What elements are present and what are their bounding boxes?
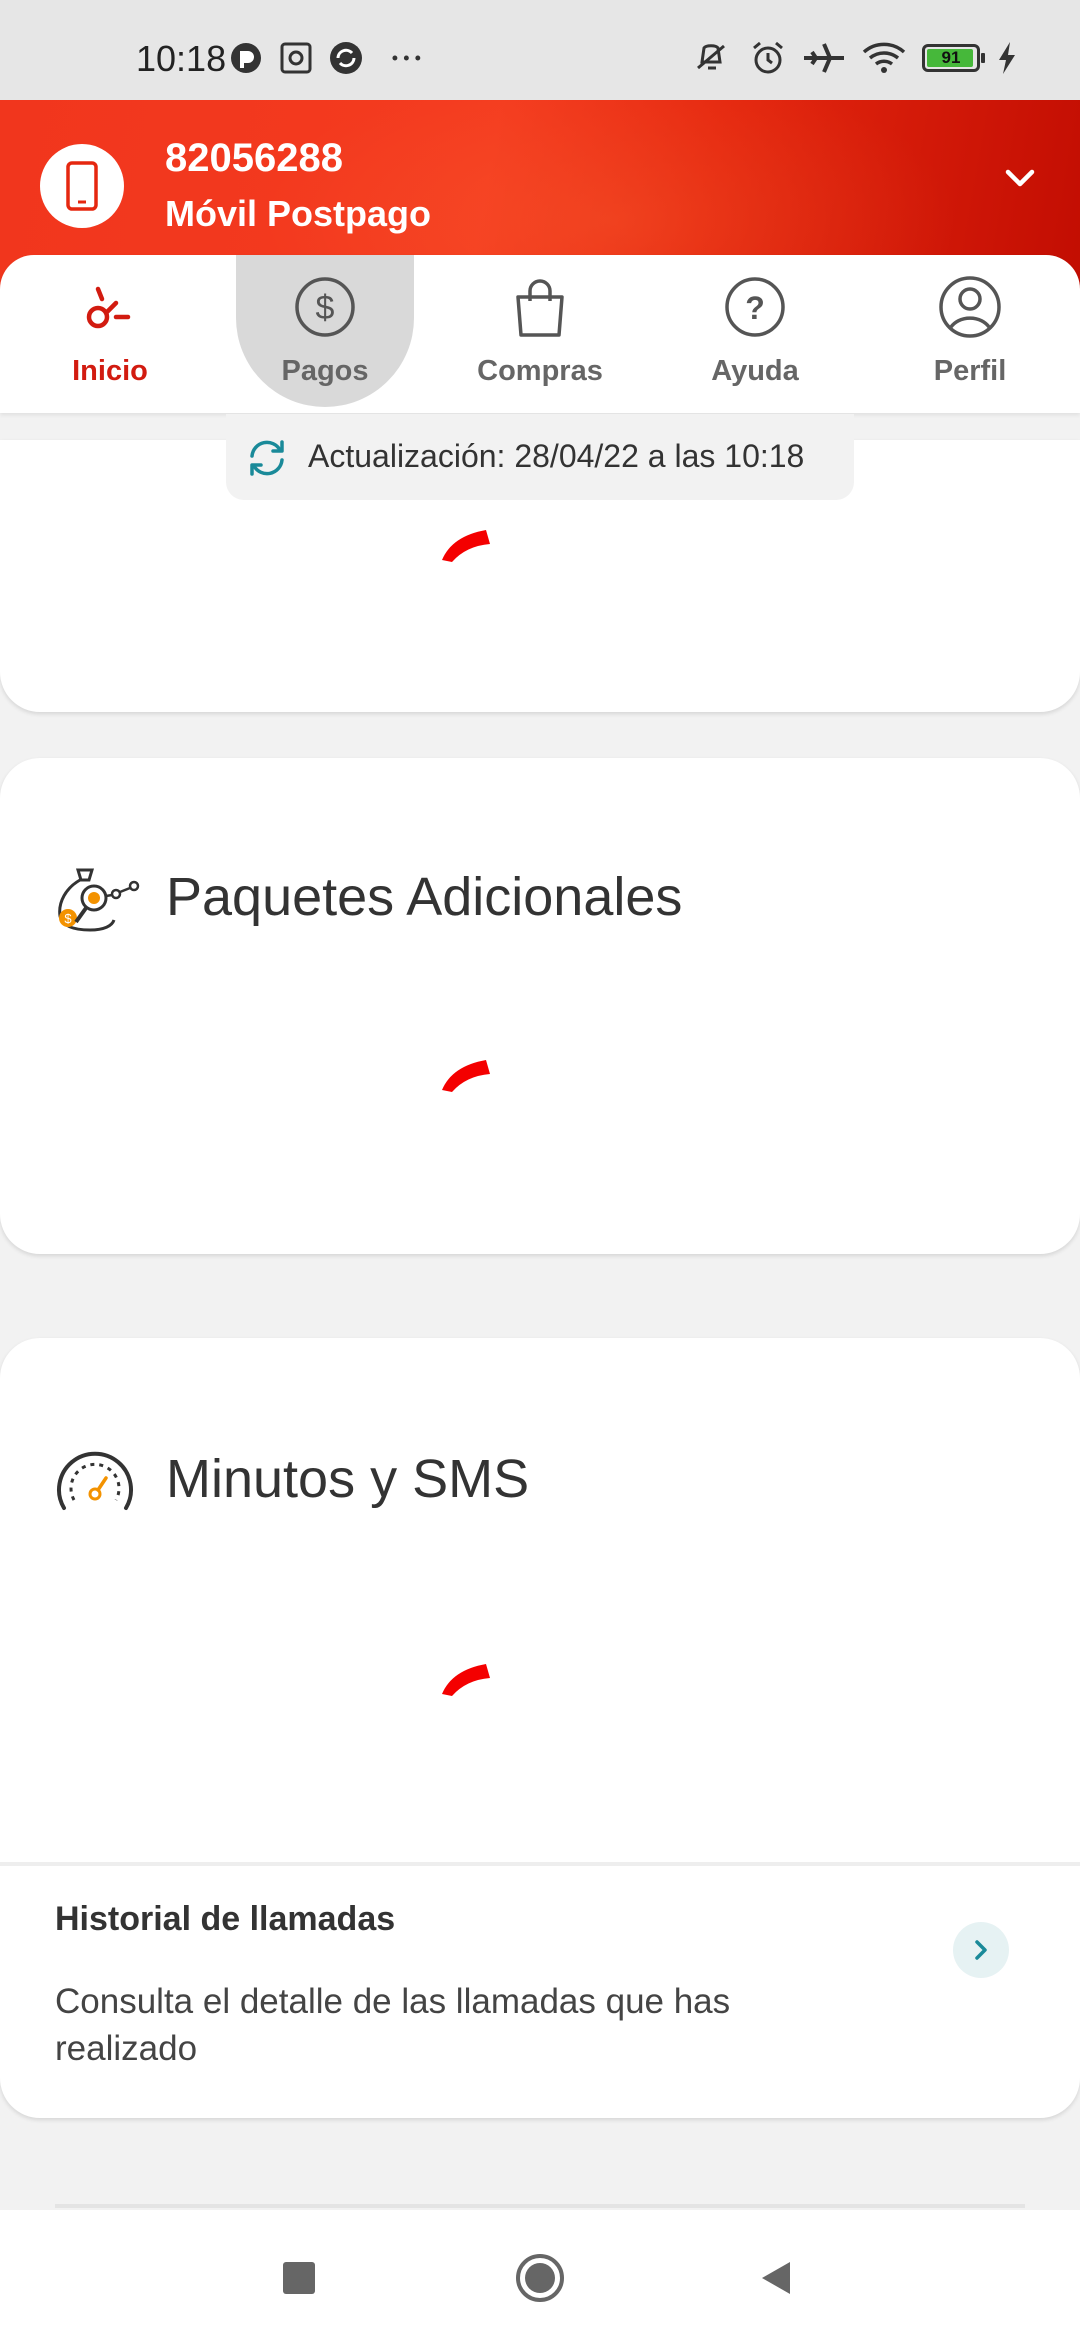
sync-app-icon (330, 42, 362, 74)
tab-label: Compras (477, 355, 603, 387)
chevron-down-icon[interactable] (1000, 158, 1040, 198)
shopping-bag-icon (516, 279, 564, 337)
tab-label: Pagos (281, 355, 369, 387)
profile-icon (939, 276, 1001, 338)
battery-level: 91 (941, 48, 961, 67)
divider (0, 1862, 1080, 1866)
tab-label: Ayuda (711, 355, 799, 387)
update-indicator[interactable]: Actualización: 28/04/22 a las 10:18 (226, 414, 854, 500)
money-bag-icon: $ (58, 868, 140, 932)
vibrate-off-icon (697, 44, 725, 70)
app-notification-icon (231, 43, 261, 73)
main-tab-bar: Inicio $ Pagos Compras ? Ayuda Perfil (0, 255, 1080, 413)
help-icon: ? (725, 277, 785, 337)
screenshot-icon (280, 42, 312, 74)
line-plan: Móvil Postpago (165, 193, 432, 234)
dollar-icon: $ (295, 277, 355, 337)
recents-button[interactable] (283, 2262, 315, 2294)
battery-icon: 91 (922, 44, 985, 72)
svg-text:$: $ (316, 289, 335, 327)
airplane-icon (804, 43, 844, 73)
status-time: 10:18 (136, 38, 227, 79)
loading-spinner (442, 1664, 490, 1696)
history-description[interactable]: Consulta el detalle de las llamadas que … (55, 1978, 875, 2072)
svg-text:?: ? (745, 290, 765, 326)
mobile-phone-icon (66, 161, 98, 211)
phone-avatar (40, 144, 124, 228)
chevron-right-icon (975, 1940, 987, 1960)
update-timestamp: Actualización: 28/04/22 a las 10:18 (308, 438, 805, 474)
tab-label: Inicio (72, 355, 148, 387)
svg-text:$: $ (64, 911, 72, 926)
tab-compras[interactable]: Compras (432, 255, 648, 413)
next-card-edge (55, 2204, 1025, 2208)
more-dots-icon (392, 55, 421, 61)
system-nav-bar (0, 2210, 1080, 2340)
line-number: 82056288 (165, 136, 343, 180)
tab-pagos[interactable]: $ Pagos (217, 255, 433, 413)
minutos-title: Minutos y SMS (166, 1449, 530, 1509)
tab-ayuda[interactable]: ? Ayuda (647, 255, 863, 413)
history-link-button[interactable] (953, 1922, 1009, 1978)
paquetes-title: Paquetes Adicionales (166, 867, 683, 927)
charging-icon (999, 42, 1015, 74)
wifi-icon (862, 42, 906, 73)
refresh-icon (250, 440, 284, 476)
minutos-card: Minutos y SMS Historial de llamadas Cons… (0, 1338, 1080, 2118)
status-bar: 10:18 91 (0, 0, 1080, 100)
paquetes-card[interactable]: $ Paquetes Adicionales (0, 758, 1080, 1254)
home-spark-icon (86, 286, 131, 329)
home-button[interactable] (514, 2252, 566, 2304)
tab-perfil[interactable]: Perfil (862, 255, 1078, 413)
loading-spinner (442, 1060, 490, 1092)
tab-label: Perfil (933, 355, 1007, 387)
history-title[interactable]: Historial de llamadas (55, 1900, 395, 1939)
home-circle-icon (516, 2254, 564, 2302)
back-triangle-icon (762, 2262, 790, 2294)
alarm-icon (753, 41, 783, 74)
tab-inicio[interactable]: Inicio (2, 255, 218, 413)
back-button[interactable] (758, 2258, 794, 2298)
gauge-icon (57, 1451, 133, 1510)
loading-spinner (442, 530, 490, 562)
